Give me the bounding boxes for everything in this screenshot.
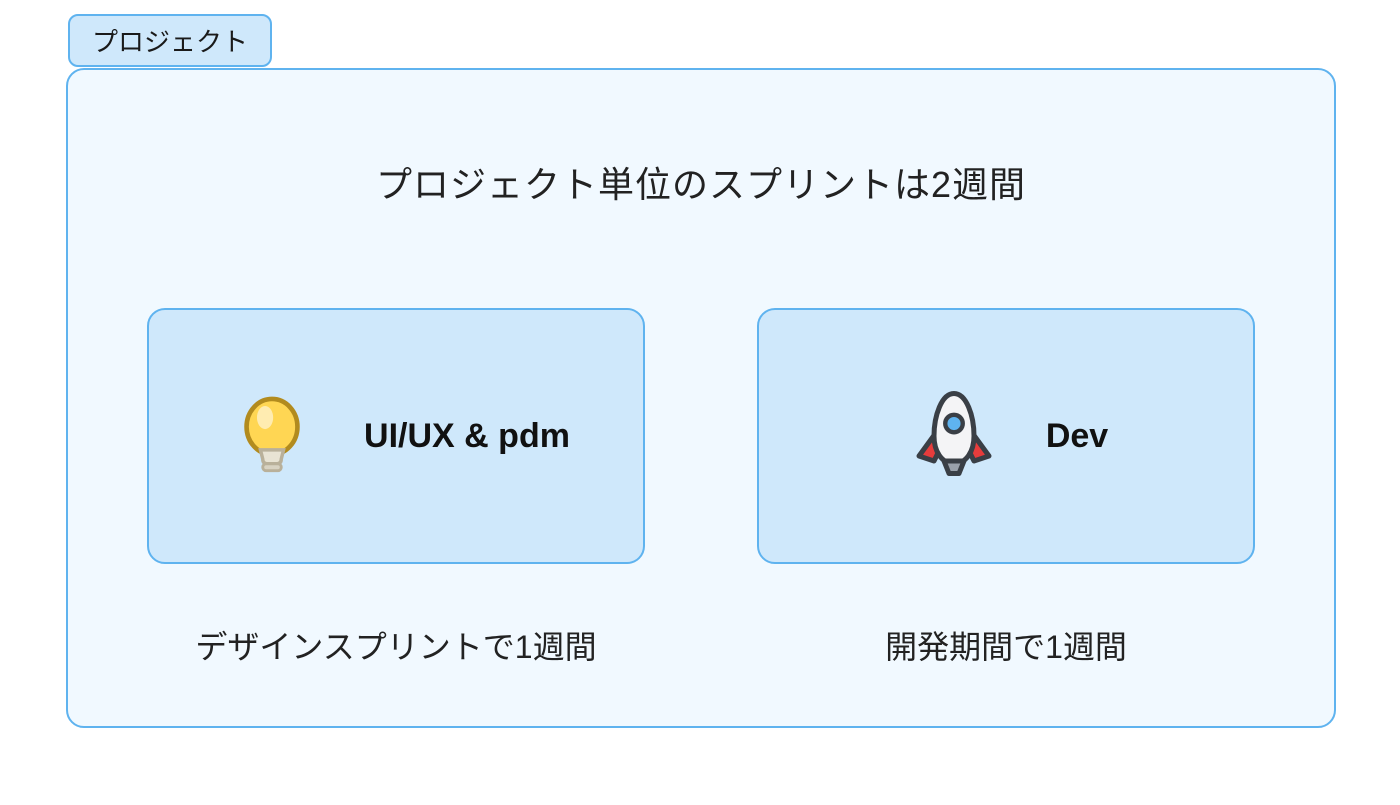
panel-headline: プロジェクト単位のスプリントは2週間: [376, 156, 1026, 208]
card-design-label: UI/UX & pdm: [364, 417, 570, 456]
card-dev-label: Dev: [1046, 417, 1108, 456]
card-group-design: UI/UX & pdm デザインスプリントで1週間: [147, 308, 645, 668]
card-dev: Dev: [757, 308, 1255, 564]
project-tab: プロジェクト: [68, 14, 272, 67]
rocket-icon: [904, 381, 1004, 491]
cards-row: UI/UX & pdm デザインスプリントで1週間: [68, 308, 1334, 668]
card-design-sub: デザインスプリントで1週間: [195, 622, 596, 668]
bulb-icon: [222, 381, 322, 491]
card-group-dev: Dev 開発期間で1週間: [757, 308, 1255, 668]
project-tab-label: プロジェクト: [92, 27, 248, 57]
project-panel: プロジェクト単位のスプリントは2週間 UI/UX & pdm デザインスプリント…: [66, 68, 1336, 728]
card-dev-sub: 開発期間で1週間: [885, 622, 1127, 668]
card-design: UI/UX & pdm: [147, 308, 645, 564]
